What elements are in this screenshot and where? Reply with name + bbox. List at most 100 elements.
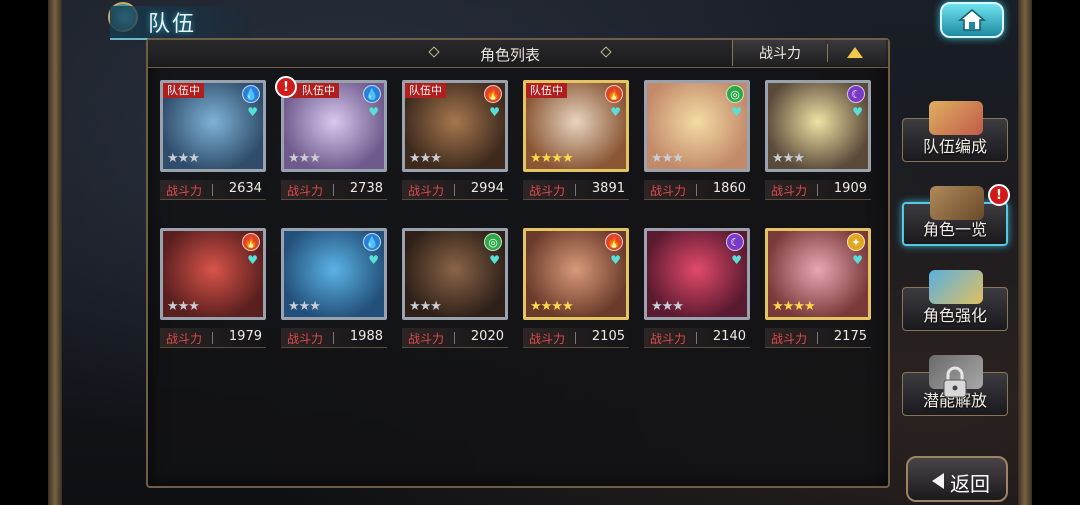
element-water-icon: 💧	[363, 85, 381, 103]
character-portrait[interactable]: 💧 ♥ ★★★	[281, 228, 387, 320]
power-divider	[817, 184, 818, 196]
power-value: 2634	[228, 181, 262, 196]
power-label: 战斗力	[529, 332, 566, 346]
home-button[interactable]	[940, 2, 1004, 38]
character-card[interactable]: ✦ ♥ ★★★★ 战斗力 2175	[765, 228, 871, 350]
character-portrait[interactable]: 队伍中 🔥 ♥ ★★★	[402, 80, 508, 172]
character-portrait[interactable]: 🔥 ♥ ★★★★	[523, 228, 629, 320]
sidebar-item-label: 队伍编成	[922, 137, 987, 156]
page-title: 队伍	[148, 12, 197, 37]
power-divider	[333, 332, 334, 344]
element-water-icon: 💧	[363, 233, 381, 251]
character-portrait[interactable]: 队伍中 💧 ♥ ★★★	[160, 80, 266, 172]
character-card[interactable]: ☾ ♥ ★★★ 战斗力 2140	[644, 228, 750, 350]
heart-icon: ♥	[852, 105, 863, 119]
sidebar-item-label: 角色一览	[922, 220, 987, 239]
element-fire-icon: 🔥	[605, 85, 623, 103]
rarity-stars: ★★★★	[530, 299, 574, 314]
sidebar-art-icon	[930, 186, 984, 220]
sort-label: 战斗力	[759, 46, 801, 62]
heart-icon: ♥	[368, 253, 379, 267]
character-card[interactable]: 🔥 ♥ ★★★★ 战斗力 2105	[523, 228, 629, 350]
character-card[interactable]: 队伍中 🔥 ♥ ★★★ 战斗力 2994	[402, 80, 508, 202]
diamond-ornament-icon	[600, 46, 612, 58]
character-portrait[interactable]: ◎ ♥ ★★★	[644, 80, 750, 172]
alert-badge-icon: !	[988, 184, 1010, 206]
in-team-tag: 队伍中	[526, 83, 567, 98]
in-team-tag: 队伍中	[163, 83, 204, 98]
character-card[interactable]: 💧 ♥ ★★★ 战斗力 1988	[281, 228, 387, 350]
sidebar-item-team-edit[interactable]: 队伍编成	[902, 101, 1008, 162]
back-arrow-icon	[932, 473, 944, 489]
character-portrait[interactable]: ☾ ♥ ★★★	[644, 228, 750, 320]
rarity-stars: ★★★	[651, 151, 684, 166]
power-value: 2140	[712, 329, 746, 344]
power-divider	[696, 184, 697, 196]
character-card[interactable]: ◎ ♥ ★★★ 战斗力 1860	[644, 80, 750, 202]
character-portrait[interactable]: 队伍中 🔥 ♥ ★★★★	[523, 80, 629, 172]
power-row: 战斗力 1988	[281, 328, 387, 348]
rarity-stars: ★★★	[288, 151, 321, 166]
rarity-stars: ★★★★	[530, 151, 574, 166]
power-divider	[454, 332, 455, 344]
character-card[interactable]: 队伍中 🔥 ♥ ★★★★ 战斗力 3891	[523, 80, 629, 202]
power-row: 战斗力 2994	[402, 180, 508, 200]
back-button[interactable]: 返回	[906, 456, 1008, 502]
rarity-stars: ★★★	[772, 151, 805, 166]
sidebar-item-character-upgrade[interactable]: 角色强化	[902, 270, 1008, 331]
sort-order-arrow-icon[interactable]	[847, 47, 863, 58]
power-value: 2175	[833, 329, 867, 344]
character-card[interactable]: 🔥 ♥ ★★★ 战斗力 1979	[160, 228, 266, 350]
power-row: 战斗力 2105	[523, 328, 629, 348]
power-label: 战斗力	[650, 332, 687, 346]
character-portrait[interactable]: ☾ ♥ ★★★	[765, 80, 871, 172]
element-dark-icon: ☾	[726, 233, 744, 251]
diamond-ornament-icon	[428, 46, 440, 58]
list-title: 角色列表	[480, 46, 541, 64]
heart-icon: ♥	[489, 105, 500, 119]
character-portrait[interactable]: 队伍中 💧 ♥ ★★★	[281, 80, 387, 172]
alert-badge-icon: !	[275, 76, 297, 98]
character-card[interactable]: ☾ ♥ ★★★ 战斗力 1909	[765, 80, 871, 202]
element-wind-icon: ◎	[484, 233, 502, 251]
power-value: 1988	[349, 329, 383, 344]
back-label: 返回	[950, 472, 990, 496]
element-dark-icon: ☾	[847, 85, 865, 103]
home-icon	[958, 9, 986, 31]
rarity-stars: ★★★	[167, 151, 200, 166]
rarity-stars: ★★★	[651, 299, 684, 314]
power-row: 战斗力 1909	[765, 180, 871, 200]
sidebar-item-label: 角色强化	[922, 306, 987, 325]
power-row: 战斗力 2020	[402, 328, 508, 348]
power-value: 1860	[712, 181, 746, 196]
character-portrait[interactable]: ✦ ♥ ★★★★	[765, 228, 871, 320]
right-frame-border	[1018, 0, 1032, 505]
sort-divider	[827, 44, 828, 62]
panel-header: 角色列表 战斗力	[148, 40, 888, 68]
character-card[interactable]: 队伍中 💧 ♥ ★★★ 战斗力 2634	[160, 80, 266, 202]
power-row: 战斗力 3891	[523, 180, 629, 200]
rarity-stars: ★★★	[288, 299, 321, 314]
character-card[interactable]: ◎ ♥ ★★★ 战斗力 2020	[402, 228, 508, 350]
character-portrait[interactable]: ◎ ♥ ★★★	[402, 228, 508, 320]
element-wind-icon: ◎	[726, 85, 744, 103]
heart-icon: ♥	[852, 253, 863, 267]
sidebar-item-potential-unlock[interactable]: 潜能解放	[902, 355, 1008, 416]
power-label: 战斗力	[529, 184, 566, 198]
heart-icon: ♥	[731, 105, 742, 119]
power-value: 1909	[833, 181, 867, 196]
character-portrait[interactable]: 🔥 ♥ ★★★	[160, 228, 266, 320]
power-label: 战斗力	[408, 332, 445, 346]
power-value: 2020	[470, 329, 504, 344]
rarity-stars: ★★★	[409, 299, 442, 314]
power-value: 1979	[228, 329, 262, 344]
left-frame-border	[48, 0, 62, 505]
sidebar-item-character-list[interactable]: 角色一览!	[902, 184, 1010, 246]
power-label: 战斗力	[166, 184, 203, 198]
power-label: 战斗力	[650, 184, 687, 198]
heart-icon: ♥	[731, 253, 742, 267]
character-card[interactable]: 队伍中 💧 ♥ ★★★! 战斗力 2738	[275, 76, 387, 202]
power-divider	[333, 184, 334, 196]
sort-selector[interactable]: 战斗力	[732, 40, 886, 66]
power-value: 2105	[591, 329, 625, 344]
